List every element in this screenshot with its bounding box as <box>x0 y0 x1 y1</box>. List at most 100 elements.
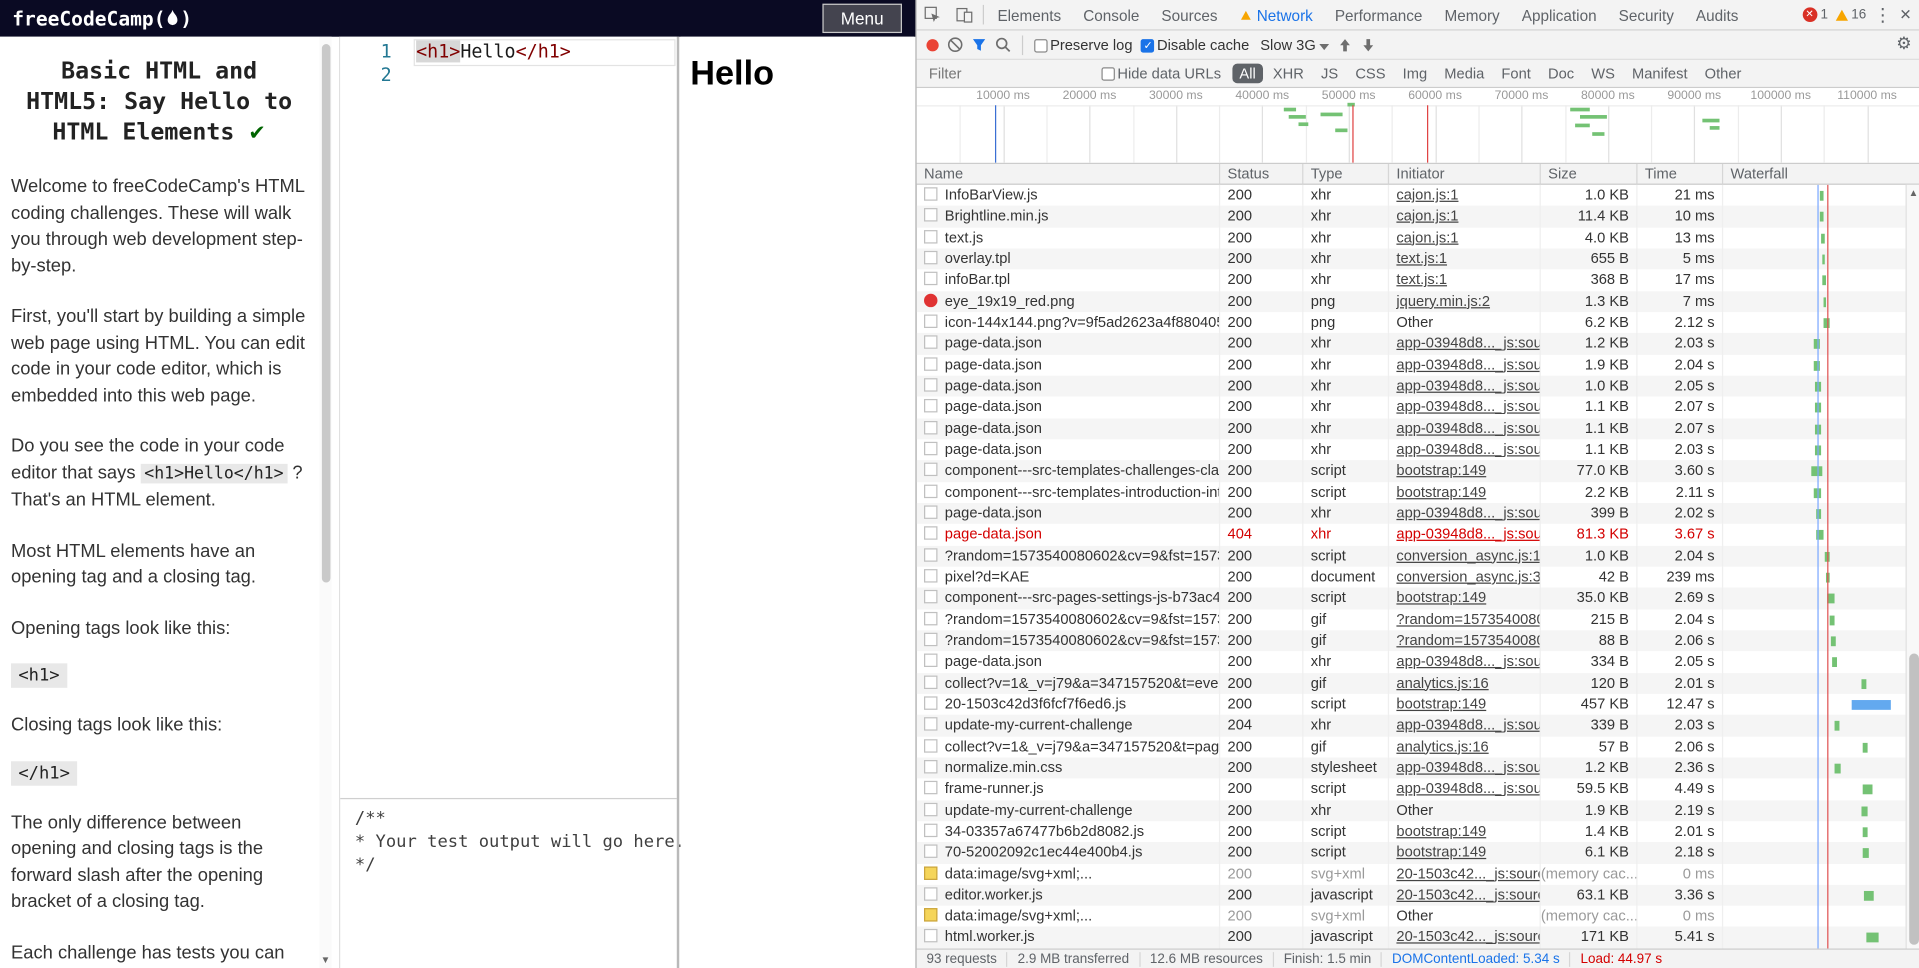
initiator-link[interactable]: text.js:1 <box>1396 250 1447 267</box>
cell-name[interactable]: data:image/svg+xml;... <box>917 905 1221 928</box>
filter-chip-manifest[interactable]: Manifest <box>1625 64 1695 84</box>
initiator-link[interactable]: app-03948d8..._js:source... <box>1396 759 1539 776</box>
initiator-link[interactable]: bootstrap:149 <box>1396 822 1486 839</box>
initiator-link[interactable]: app-03948d8..._js:source... <box>1396 356 1539 373</box>
initiator-link[interactable]: cajon.js:1 <box>1396 186 1458 203</box>
console-warning-count[interactable]: 16 <box>1851 7 1866 22</box>
import-har-icon[interactable] <box>1338 37 1353 52</box>
preserve-log-checkbox[interactable]: Preserve log <box>1034 36 1133 53</box>
disable-cache-checkbox[interactable]: Disable cache <box>1141 36 1249 53</box>
cell-name[interactable]: collect?v=1&_v=j79&a=347157520&t=pagevie… <box>917 736 1221 758</box>
network-request-row[interactable]: 20-1503c42d3f6fcf7f6ed6.js 200 script boots… <box>917 693 1906 715</box>
initiator-link[interactable]: analytics.js:16 <box>1396 737 1488 754</box>
initiator-link[interactable]: bootstrap:149 <box>1396 695 1486 712</box>
network-request-row[interactable]: 34-03357a67477b6b2d8082.js 200 script boots… <box>917 821 1906 843</box>
initiator-link[interactable]: bootstrap:149 <box>1396 589 1486 606</box>
cell-name[interactable]: page-data.json <box>917 418 1221 440</box>
filter-chip-other[interactable]: Other <box>1697 64 1748 84</box>
network-request-row[interactable]: ?random=1573540080602&cv=9&fst=15735384.… <box>916 630 1906 652</box>
cell-name[interactable]: html.worker.js <box>917 927 1221 949</box>
column-header-waterfall[interactable]: Waterfall <box>1723 164 1905 184</box>
initiator-link[interactable]: app-03948d8..._js:source... <box>1396 377 1539 394</box>
devtools-tab-audits[interactable]: Audits <box>1685 1 1750 29</box>
initiator-link[interactable]: analytics.js:16 <box>1396 674 1488 691</box>
cell-name[interactable]: Brightline.min.js <box>917 206 1221 228</box>
initiator-link[interactable]: app-03948d8..._js:source... <box>1396 504 1539 521</box>
filter-chip-font[interactable]: Font <box>1494 64 1538 84</box>
cell-name[interactable]: normalize.min.css <box>917 757 1221 779</box>
sidebar-scrollbar[interactable]: ▼ <box>319 36 332 968</box>
network-request-row[interactable]: page-data.json 200 xhr app-03948d8..._js:so… <box>917 651 1906 673</box>
devtools-tab-sources[interactable]: Sources <box>1150 1 1228 29</box>
initiator-link[interactable]: app-03948d8..._js:source... <box>1396 398 1539 415</box>
filter-chip-media[interactable]: Media <box>1437 64 1492 84</box>
devtools-close-icon[interactable]: ✕ <box>1899 6 1911 23</box>
network-request-row[interactable]: eye_19x19_red.png 200 png jquery.min.js:2 1.… <box>916 290 1906 313</box>
network-request-row[interactable]: page-data.json 200 xhr app-03948d8..._js:so… <box>917 439 1906 461</box>
initiator-link[interactable]: app-03948d8..._js:source... <box>1396 653 1539 670</box>
cell-name[interactable]: component---src-templates-challenges-cla… <box>917 460 1221 482</box>
initiator-link[interactable]: jquery.min.js:2 <box>1396 292 1490 309</box>
network-request-row[interactable]: ?random=1573540080602&cv=9&fst=15735384.… <box>917 608 1906 631</box>
network-request-row[interactable]: page-data.json 200 xhr app-03948d8..._js:so… <box>916 333 1906 355</box>
cell-name[interactable]: 20-1503c42d3f6fcf7f6ed6.js <box>917 693 1221 715</box>
network-request-row[interactable]: page-data.json 200 xhr app-03948d8..._js:so… <box>916 375 1906 397</box>
network-request-row[interactable]: normalize.min.css 200 stylesheet app-03948d… <box>916 757 1906 779</box>
cell-name[interactable]: component---src-templates-introduction-i… <box>917 481 1221 503</box>
filter-chip-ws[interactable]: WS <box>1584 64 1622 84</box>
network-request-row[interactable]: update-my-current-challenge 204 xhr app-039… <box>916 714 1906 737</box>
initiator-link[interactable]: conversion_async.js:19 <box>1396 547 1539 564</box>
column-header-initiator[interactable]: Initiator <box>1389 163 1541 184</box>
network-settings-gear-icon[interactable]: ⚙ <box>1896 34 1911 54</box>
cell-name[interactable]: update-my-current-challenge <box>917 799 1221 822</box>
cell-name[interactable]: page-data.json <box>917 651 1221 673</box>
network-request-row[interactable]: overlay.tpl 200 xhr text.js:1 655 B5 ms <box>916 248 1906 270</box>
clear-network-log-icon[interactable] <box>947 37 963 53</box>
filter-chip-xhr[interactable]: XHR <box>1266 64 1312 84</box>
network-request-row[interactable]: text.js 200 xhr cajon.js:1 4.0 KB 13 ms <box>917 227 1906 249</box>
network-request-row[interactable]: page-data.json 200 xhr app-03948d8..._js:so… <box>916 502 1906 525</box>
cell-name[interactable]: page-data.json <box>917 502 1221 525</box>
network-request-row[interactable]: collect?v=1&_v=j79&a=347157520&t=event&_… <box>916 672 1906 694</box>
initiator-link[interactable]: bootstrap:149 <box>1396 462 1486 479</box>
console-warning-icon[interactable] <box>1835 9 1848 21</box>
record-network-log-button[interactable] <box>926 38 939 51</box>
hide-data-urls-checkbox[interactable]: Hide data URLs <box>1101 65 1221 82</box>
cell-name[interactable]: pixel?d=KAE <box>917 566 1221 588</box>
throttling-dropdown[interactable]: Slow 3G <box>1258 36 1330 53</box>
cell-name[interactable]: collect?v=1&_v=j79&a=347157520&t=event&_… <box>917 672 1221 694</box>
filter-chip-doc[interactable]: Doc <box>1541 64 1582 84</box>
devtools-tab-memory[interactable]: Memory <box>1433 1 1510 29</box>
network-request-row[interactable]: frame-runner.js 200 script app-03948d8..._j… <box>917 778 1906 800</box>
cell-name[interactable]: ?random=1573540080602&cv=9&fst=15735384.… <box>917 630 1221 652</box>
initiator-link[interactable]: cajon.js:1 <box>1396 228 1458 245</box>
cell-name[interactable]: editor.worker.js <box>917 884 1221 906</box>
column-header-size[interactable]: Size <box>1541 163 1638 184</box>
cell-name[interactable]: data:image/svg+xml;... <box>917 863 1221 885</box>
initiator-link[interactable]: text.js:1 <box>1396 271 1447 288</box>
column-header-status[interactable]: Status <box>1220 163 1304 184</box>
filter-toggle-icon[interactable] <box>972 37 987 52</box>
filter-input[interactable] <box>926 63 1091 84</box>
network-request-row[interactable]: 70-52002092c1ec44e400b4.js 200 script boots… <box>916 842 1906 864</box>
network-request-row[interactable]: data:image/svg+xml;... 200 svg+xml 20-1503c… <box>917 863 1906 885</box>
cell-name[interactable]: overlay.tpl <box>917 248 1221 270</box>
devtools-tab-application[interactable]: Application <box>1511 1 1608 29</box>
network-request-row[interactable]: component---src-templates-introduction-i… <box>917 481 1906 503</box>
sidebar-scroll-down-arrow[interactable]: ▼ <box>319 955 331 966</box>
initiator-link[interactable]: cajon.js:1 <box>1396 207 1458 224</box>
column-header-name[interactable]: Name <box>917 163 1221 184</box>
cell-name[interactable]: page-data.json <box>917 439 1221 461</box>
cell-name[interactable]: ?random=1573540080602&cv=9&fst=15735400.… <box>917 545 1221 567</box>
network-request-row[interactable]: page-data.json 200 xhr app-03948d8..._js:so… <box>916 418 1906 440</box>
fcc-logo[interactable]: freeCodeCamp( ) <box>12 7 192 30</box>
scrollbar-thumb[interactable] <box>1909 653 1919 945</box>
initiator-link[interactable]: app-03948d8..._js:source... <box>1396 716 1539 733</box>
filter-chip-js[interactable]: JS <box>1314 64 1346 84</box>
initiator-link[interactable]: ?random=15735400806... <box>1396 631 1539 648</box>
network-request-row[interactable]: data:image/svg+xml;... 200 svg+xml Other (me… <box>917 905 1906 928</box>
cell-name[interactable]: 34-03357a67477b6b2d8082.js <box>917 821 1221 843</box>
console-error-icon[interactable]: ✕ <box>1802 7 1817 23</box>
cell-name[interactable]: page-data.json <box>917 524 1221 546</box>
devtools-tab-performance[interactable]: Performance <box>1324 1 1434 29</box>
